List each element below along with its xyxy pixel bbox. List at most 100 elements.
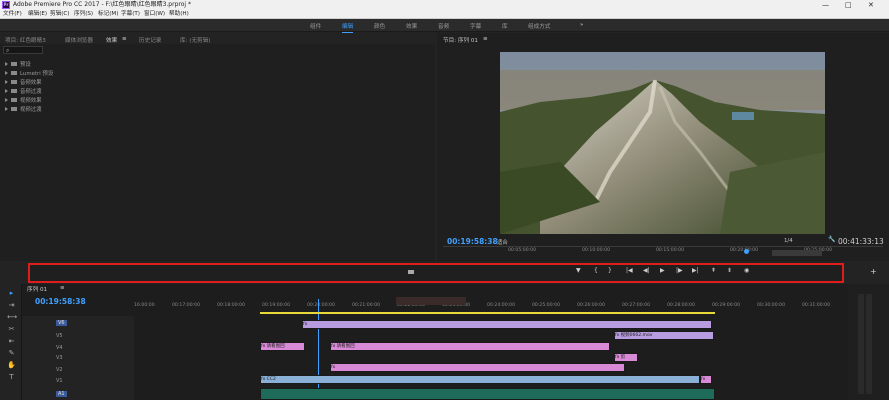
sequence-menu-icon[interactable]: ≡	[60, 285, 65, 291]
timeline-ruler-label: 00:26:00:00	[577, 303, 606, 308]
mountain-image	[500, 52, 825, 234]
go-to-in-button[interactable]: |◀	[626, 267, 633, 274]
menu-file[interactable]: 文件(F)	[3, 10, 22, 19]
track-headers	[22, 316, 134, 400]
mark-in-button[interactable]: {	[594, 267, 598, 274]
ripple-edit-tool-icon[interactable]: ⟷	[7, 313, 17, 321]
panel-tabs: 项目: 红色眼睛3 媒体浏览器 效果 ≡ 历史记录 库: (无剪辑)	[0, 33, 435, 44]
export-frame-camera-icon[interactable]: ◉	[744, 267, 749, 274]
slip-tool-icon[interactable]: ⇤	[7, 337, 16, 345]
track-v4[interactable]: V4	[56, 345, 63, 351]
menu-title[interactable]: 字幕(T)	[121, 10, 140, 19]
timeline-ruler-label: 00:21:00:00	[352, 303, 381, 308]
work-area-bar[interactable]	[772, 250, 822, 256]
menu-sequence[interactable]: 序列(S)	[74, 10, 93, 19]
program-duration: 00:41:33:13	[838, 237, 884, 246]
step-forward-button[interactable]: |▶	[676, 267, 683, 274]
tab-libraries[interactable]: 库: (无剪辑)	[180, 36, 210, 44]
monitor-menu-icon[interactable]: ≡	[483, 36, 488, 42]
resolution-select[interactable]: 1/4	[784, 238, 793, 244]
program-playhead[interactable]	[744, 249, 749, 254]
timeline-ruler-label: 00:24:00:00	[487, 303, 516, 308]
add-marker-button[interactable]: ▼	[576, 267, 581, 274]
workspace-tab-editing[interactable]: 编辑	[342, 22, 354, 33]
tab-history[interactable]: 历史记录	[139, 36, 161, 44]
hand-tool-icon[interactable]: ✋	[7, 361, 16, 369]
track-v2[interactable]: V2	[56, 367, 63, 373]
tab-sequence-01[interactable]: 序列 01	[27, 285, 47, 293]
track-v6[interactable]: V6	[56, 320, 67, 326]
audio-clip[interactable]	[260, 388, 715, 400]
timeline-ruler-label: 00:19:00:00	[262, 303, 291, 308]
step-back-button[interactable]: ◀|	[643, 267, 650, 274]
menu-bar: 文件(F) 编辑(E) 剪辑(C) 序列(S) 标记(M) 字幕(T) 窗口(W…	[0, 10, 889, 19]
menu-marker[interactable]: 标记(M)	[98, 10, 118, 19]
mark-out-button[interactable]: }	[608, 267, 612, 274]
timeline-clip[interactable]: fx	[330, 363, 625, 372]
go-to-out-button[interactable]: ▶|	[692, 267, 699, 274]
menu-window[interactable]: 窗口(W)	[144, 10, 165, 19]
workspace-tab-effects[interactable]: 效果	[406, 22, 417, 30]
effects-folder-presets[interactable]: 预设	[5, 60, 31, 68]
timeline-timecode[interactable]: 00:19:58:38	[35, 297, 86, 306]
menu-clip[interactable]: 剪辑(C)	[50, 10, 69, 19]
premiere-app-icon: Pr	[2, 1, 10, 9]
search-icon: ⌕	[6, 47, 10, 54]
timeline-ruler-label: 00:28:00:00	[667, 303, 696, 308]
effects-folder-video-transitions[interactable]: 视频过渡	[5, 105, 42, 113]
timeline-ruler-label: 00:27:00:00	[622, 303, 651, 308]
program-timecode[interactable]: 00:19:58:38	[447, 237, 498, 246]
lift-button[interactable]: ⇞	[711, 267, 716, 274]
tab-media-browser[interactable]: 媒体浏览器	[65, 36, 93, 44]
timeline-clip[interactable]: fx 剪	[614, 353, 638, 362]
workspace-bar: 组件 编辑 颜色 效果 音频 字幕 库 组成方式 »	[0, 19, 889, 33]
tab-project[interactable]: 项目: 红色眼睛3	[5, 36, 46, 44]
extract-button[interactable]: ⇟	[727, 267, 732, 274]
effects-folder-video-effects[interactable]: 视频效果	[5, 96, 42, 104]
pen-tool-icon[interactable]: ✎	[7, 349, 16, 357]
workspace-more-icon[interactable]: »	[580, 22, 583, 28]
track-v1[interactable]: V1	[56, 378, 63, 384]
effects-folder-audio-transitions[interactable]: 音频过渡	[5, 87, 42, 95]
menu-help[interactable]: 帮助(H)	[169, 10, 189, 19]
workspace-tab-libraries[interactable]: 库	[502, 22, 508, 30]
track-v5[interactable]: V5	[56, 333, 63, 339]
track-a1[interactable]: A1	[56, 391, 67, 397]
minimize-icon[interactable]: —	[822, 0, 829, 10]
workspace-tab-titles[interactable]: 字幕	[470, 22, 481, 30]
effects-folder-audio-effects[interactable]: 音频效果	[5, 78, 42, 86]
button-editor-add-icon[interactable]: +	[870, 267, 877, 276]
track-v3[interactable]: V3	[56, 355, 63, 361]
play-button[interactable]: ▶	[660, 267, 665, 274]
timeline-clip[interactable]: fx 视频0662.mov	[614, 331, 714, 340]
monitor-ruler[interactable]	[443, 246, 883, 247]
folder-icon	[11, 98, 17, 102]
work-area-range[interactable]	[396, 297, 466, 305]
ruler-label: 00:05:00:00	[508, 248, 537, 253]
zoom-fit-select[interactable]: 适合	[497, 238, 508, 246]
timeline-clip[interactable]: fx CC2	[260, 375, 700, 384]
folder-icon[interactable]	[408, 270, 414, 274]
workspace-tab-compose[interactable]: 组成方式	[528, 22, 550, 30]
timeline-clip[interactable]: fx 请看图回	[330, 342, 610, 351]
panel-menu-icon[interactable]: ≡	[122, 36, 127, 42]
selection-tool-icon[interactable]: ▸	[7, 289, 16, 297]
effects-panel	[0, 33, 435, 261]
tab-effects[interactable]: 效果	[106, 36, 117, 44]
menu-edit[interactable]: 编辑(E)	[28, 10, 47, 19]
close-icon[interactable]: ✕	[868, 0, 874, 10]
razor-tool-icon[interactable]: ✂	[7, 325, 16, 333]
track-select-tool-icon[interactable]: ⇥	[7, 301, 16, 309]
effects-folder-lumetri[interactable]: Lumetri 预设	[5, 69, 53, 77]
workspace-tab-assembly[interactable]: 组件	[310, 22, 321, 30]
type-tool-icon[interactable]: T	[7, 373, 16, 381]
settings-wrench-icon[interactable]: 🔧	[828, 236, 835, 243]
timeline-clip[interactable]: fx	[700, 375, 712, 384]
timeline-clip[interactable]: fx 请看图回	[260, 342, 305, 351]
timeline-clip[interactable]: fx	[302, 320, 712, 329]
effects-search-input[interactable]: ⌕	[3, 46, 43, 54]
workspace-tab-color[interactable]: 颜色	[374, 22, 385, 30]
maximize-icon[interactable]: □	[845, 0, 852, 10]
timeline-playhead[interactable]	[318, 299, 319, 400]
workspace-tab-audio[interactable]: 音频	[438, 22, 449, 30]
